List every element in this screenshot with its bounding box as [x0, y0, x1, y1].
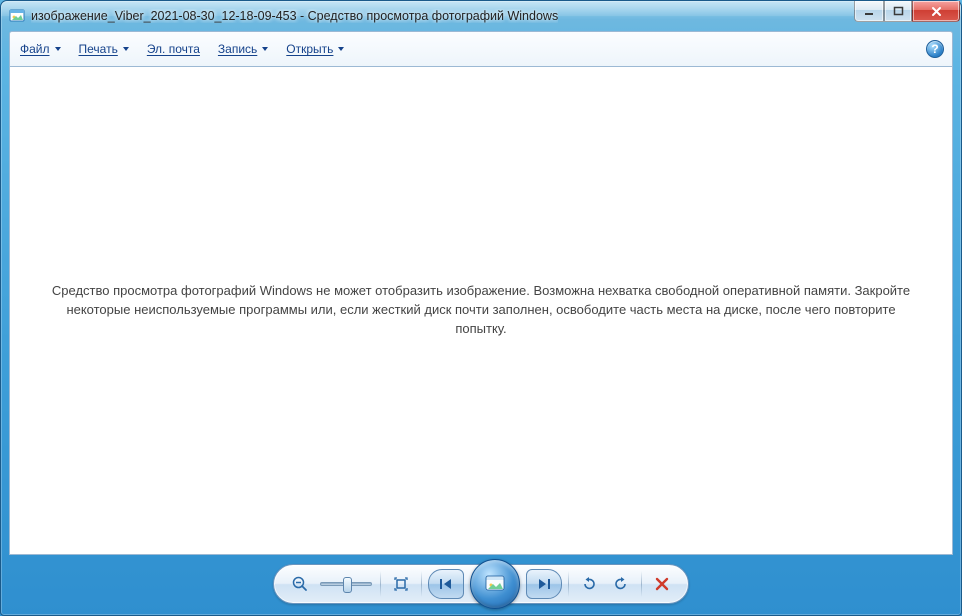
slider-track: [320, 582, 372, 586]
help-icon: ?: [931, 42, 938, 56]
app-icon: [9, 8, 25, 24]
separator: [641, 571, 642, 597]
delete-button[interactable]: [646, 568, 678, 600]
help-button[interactable]: ?: [926, 40, 944, 58]
title-bar[interactable]: изображение_Viber_2021-08-30_12-18-09-45…: [1, 1, 961, 31]
footer-controls: [1, 559, 961, 609]
rotate-cw-button[interactable]: [605, 568, 637, 600]
menu-bar-container: Файл Печать Эл. почта Запись Открыть ?: [9, 31, 953, 67]
separator: [380, 571, 381, 597]
previous-button[interactable]: [428, 569, 464, 599]
chevron-down-icon: [338, 47, 344, 51]
window-title: изображение_Viber_2021-08-30_12-18-09-45…: [31, 9, 558, 23]
menu-file-label: Файл: [20, 42, 50, 56]
image-viewport: Средство просмотра фотографий Windows не…: [9, 67, 953, 555]
window-controls: [854, 1, 960, 22]
chevron-down-icon: [123, 47, 129, 51]
chevron-down-icon: [262, 47, 268, 51]
menu-bar: Файл Печать Эл. почта Запись Открыть ?: [10, 32, 952, 66]
separator: [421, 571, 422, 597]
next-button[interactable]: [526, 569, 562, 599]
slider-thumb[interactable]: [343, 577, 352, 593]
menu-email-label: Эл. почта: [147, 42, 200, 56]
menu-email[interactable]: Эл. почта: [147, 42, 200, 56]
menu-file[interactable]: Файл: [20, 42, 61, 56]
minimize-button[interactable]: [854, 1, 884, 22]
menu-burn-label: Запись: [218, 42, 257, 56]
slideshow-button[interactable]: [470, 559, 520, 609]
error-message: Средство просмотра фотографий Windows не…: [40, 282, 922, 339]
actual-size-button[interactable]: [385, 568, 417, 600]
menu-open[interactable]: Открыть: [286, 42, 344, 56]
rotate-ccw-button[interactable]: [573, 568, 605, 600]
zoom-slider[interactable]: [316, 568, 376, 600]
separator: [568, 571, 569, 597]
menu-burn[interactable]: Запись: [218, 42, 268, 56]
chevron-down-icon: [55, 47, 61, 51]
zoom-out-button[interactable]: [284, 568, 316, 600]
close-button[interactable]: [912, 1, 960, 22]
menu-print-label: Печать: [79, 42, 118, 56]
menu-print[interactable]: Печать: [79, 42, 129, 56]
controls-container: [273, 564, 689, 604]
menu-open-label: Открыть: [286, 42, 333, 56]
app-window: изображение_Viber_2021-08-30_12-18-09-45…: [0, 0, 962, 616]
maximize-button[interactable]: [884, 1, 912, 22]
